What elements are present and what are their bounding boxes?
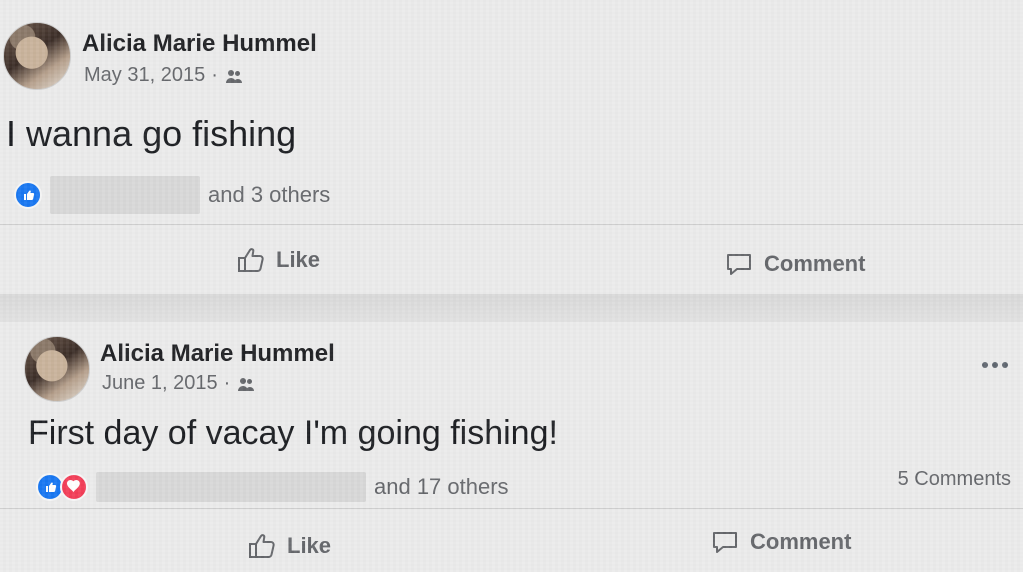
post-date[interactable]: May 31, 2015 [84,64,205,87]
reaction-icons [36,473,88,501]
facebook-feed-screenshot: Alicia Marie Hummel May 31, 2015 · I wan… [0,0,1023,572]
friends-icon [238,377,255,391]
reaction-count-text: and 3 others [208,182,331,207]
redacted-reactor-name [50,176,200,214]
feed-post-1: Alicia Marie Hummel May 31, 2015 · I wan… [0,0,1023,294]
post-text: First day of vacay I'm going fishing! [28,414,558,452]
post-date[interactable]: June 1, 2015 [102,372,218,395]
more-options-icon[interactable] [981,360,1009,370]
post-divider [0,224,1023,225]
like-button[interactable]: Like [236,246,320,274]
comments-count[interactable]: 5 Comments [898,468,1011,491]
like-reaction-icon [14,181,42,209]
comment-icon [727,254,751,275]
author-avatar[interactable] [3,22,71,90]
comment-label: Comment [750,529,852,554]
reaction-summary[interactable]: and 17 others [36,472,509,502]
comment-icon [713,532,737,553]
comment-button[interactable]: Comment [724,250,865,278]
post-meta: May 31, 2015 · [84,64,244,87]
feed-post-2: Alicia Marie Hummel June 1, 2015 · First… [0,322,1023,572]
author-avatar[interactable] [24,336,90,402]
reaction-count-text: and 17 others [374,474,509,499]
redacted-reactor-name [96,472,366,502]
comment-button[interactable]: Comment [710,528,851,556]
post-divider [0,508,1023,509]
meta-separator: · [211,64,218,86]
thumbs-up-icon [238,248,264,272]
like-button[interactable]: Like [247,532,331,560]
comment-label: Comment [764,251,866,276]
reaction-icons [14,181,42,209]
love-reaction-icon [60,473,88,501]
like-label: Like [287,533,332,558]
author-name[interactable]: Alicia Marie Hummel [82,30,317,58]
post-meta: June 1, 2015 · [102,372,256,395]
reaction-summary[interactable]: and 3 others [14,176,330,214]
feed-gap [0,294,1023,322]
meta-separator: · [223,372,231,394]
thumbs-up-icon [249,534,275,558]
like-label: Like [276,247,321,272]
post-text: I wanna go fishing [6,113,297,154]
friends-icon [225,69,242,83]
author-name[interactable]: Alicia Marie Hummel [100,340,335,368]
